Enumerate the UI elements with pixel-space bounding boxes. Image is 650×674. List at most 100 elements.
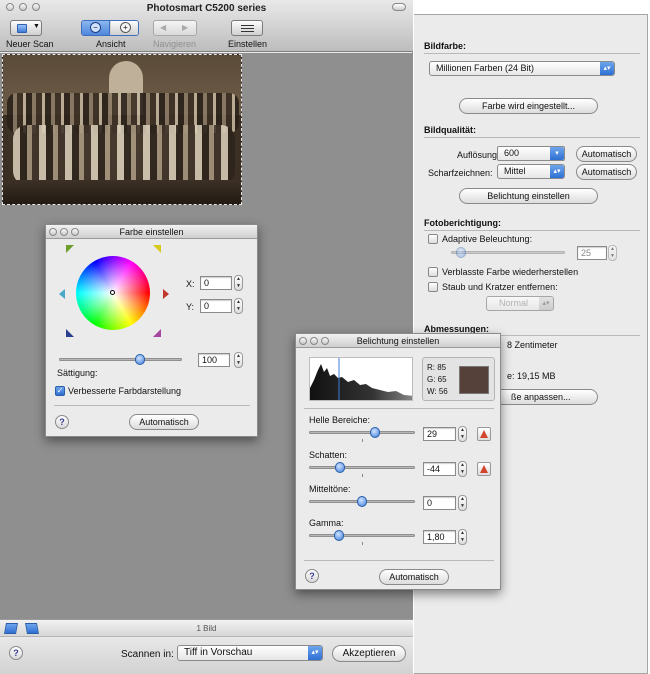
- red-value: R: 85: [427, 363, 447, 372]
- minimize-panel-button[interactable]: [310, 337, 318, 345]
- new-scan-button[interactable]: ▼: [10, 20, 42, 36]
- status-bar: 1 Bild: [0, 619, 413, 637]
- sharpen-label: Scharfzeichnen:: [428, 168, 493, 178]
- arrow-top-right-icon[interactable]: [153, 245, 161, 253]
- highlights-value: 29: [427, 429, 438, 439]
- arrow-top-left-icon[interactable]: [66, 245, 74, 253]
- adaptive-light-checkbox[interactable]: [428, 234, 438, 244]
- fit-size-button[interactable]: ße anpassen...: [494, 389, 598, 405]
- help-button[interactable]: ?: [9, 646, 23, 660]
- zoom-panel-button[interactable]: [321, 337, 329, 345]
- highlights-slider[interactable]: [309, 431, 415, 434]
- shadows-slider-thumb[interactable]: [334, 462, 345, 473]
- zoom-in-view-button[interactable]: +: [111, 21, 138, 35]
- gamma-slider[interactable]: [309, 534, 415, 537]
- x-label: X:: [186, 279, 195, 289]
- arrow-left-icon[interactable]: [59, 289, 65, 299]
- sharpen-dropdown[interactable]: Mittel ▴▾: [497, 164, 565, 179]
- y-field[interactable]: 0: [200, 299, 232, 313]
- saturation-label: Sättigung:: [57, 368, 98, 378]
- color-adjust-button[interactable]: Farbe wird eingestellt...: [459, 98, 598, 114]
- color-panel-divider: [54, 405, 250, 406]
- y-stepper[interactable]: ▲ ▼: [234, 298, 243, 314]
- highlights-stepper[interactable]: ▲ ▼: [458, 426, 467, 442]
- restore-faded-label: Verblasste Farbe wiederherstellen: [442, 267, 579, 277]
- highlights-warning-icon[interactable]: [477, 427, 491, 441]
- exposure-top-divider: [304, 408, 494, 409]
- arrow-bottom-right-icon[interactable]: [153, 329, 161, 337]
- shadows-field[interactable]: -44: [423, 462, 456, 476]
- exposure-auto-button[interactable]: Automatisch: [379, 569, 449, 585]
- midtones-slider-thumb[interactable]: [357, 496, 367, 507]
- dust-level-dropdown[interactable]: Normal ▴▾: [486, 296, 554, 311]
- exposure-panel-titlebar: Belichtung einstellen: [296, 334, 500, 348]
- midtones-stepper[interactable]: ▲ ▼: [458, 495, 467, 511]
- close-panel-button[interactable]: [49, 228, 57, 236]
- gamma-label: Gamma:: [309, 518, 344, 528]
- scanned-photo[interactable]: [2, 54, 242, 205]
- scan-in-label: Scannen in:: [121, 649, 174, 660]
- adaptive-light-field[interactable]: 25: [577, 246, 607, 260]
- arrow-right-icon[interactable]: ▶: [182, 23, 188, 32]
- view-segmented-control[interactable]: − +: [81, 20, 139, 36]
- sliders-icon: [241, 25, 254, 26]
- scan-icon: [17, 24, 27, 33]
- shadows-warning-icon[interactable]: [477, 462, 491, 476]
- midtones-field[interactable]: 0: [423, 496, 456, 510]
- color-wheel[interactable]: [76, 256, 150, 330]
- adaptive-light-label: Adaptive Beleuchtung:: [442, 234, 533, 244]
- adaptive-light-slider-thumb[interactable]: [456, 247, 466, 258]
- highlights-slider-thumb[interactable]: [369, 427, 380, 438]
- x-stepper[interactable]: ▲ ▼: [234, 275, 243, 291]
- gamma-stepper[interactable]: ▲ ▼: [458, 529, 467, 545]
- color-mode-dropdown[interactable]: Millionen Farben (24 Bit) ▴▾: [429, 61, 615, 76]
- scan-in-dropdown[interactable]: Tiff in Vorschau ▴▾: [177, 645, 323, 661]
- dust-scratch-checkbox[interactable]: [428, 282, 438, 292]
- resolution-auto-button[interactable]: Automatisch: [576, 146, 637, 162]
- dimensions-unit: 8 Zentimeter: [507, 340, 558, 350]
- shadows-stepper[interactable]: ▲ ▼: [458, 461, 467, 477]
- y-value: 0: [204, 301, 210, 311]
- color-sample-box: R: 85 G: 65 W: 56: [422, 357, 495, 401]
- navigate-segmented-control[interactable]: ◀ ▶: [153, 20, 197, 36]
- exposure-help-button[interactable]: ?: [305, 569, 319, 583]
- gamma-field[interactable]: 1,80: [423, 530, 456, 544]
- photo-fix-divider: [424, 230, 640, 231]
- shadows-label: Schatten:: [309, 450, 348, 460]
- exposure-adjust-button[interactable]: Belichtung einstellen: [459, 188, 598, 204]
- x-field[interactable]: 0: [200, 276, 232, 290]
- minimize-panel-button[interactable]: [60, 228, 68, 236]
- adaptive-light-slider[interactable]: [451, 251, 565, 254]
- resolution-combobox[interactable]: 600 ▾: [497, 146, 565, 161]
- restore-faded-checkbox[interactable]: [428, 267, 438, 277]
- settings-label: Einstellen: [228, 39, 268, 49]
- enhanced-color-checkbox[interactable]: ✓: [55, 386, 65, 396]
- arrow-bottom-left-icon[interactable]: [66, 329, 74, 337]
- toolbar-toggle-button[interactable]: [392, 3, 406, 11]
- white-value: W: 56: [427, 387, 448, 396]
- color-help-button[interactable]: ?: [55, 415, 69, 429]
- saturation-slider-thumb[interactable]: [135, 354, 146, 365]
- shadows-slider[interactable]: [309, 466, 415, 469]
- arrow-left-icon[interactable]: ◀: [160, 23, 166, 32]
- settings-button[interactable]: [231, 20, 263, 36]
- new-scan-label: Neuer Scan: [6, 39, 54, 49]
- saturation-field[interactable]: 100: [198, 353, 230, 367]
- chevron-updown-icon: ▴▾: [308, 646, 322, 660]
- close-panel-button[interactable]: [299, 337, 307, 345]
- view-label: Ansicht: [96, 39, 126, 49]
- gamma-slider-thumb[interactable]: [333, 530, 344, 541]
- accept-button[interactable]: Akzeptieren: [332, 645, 406, 662]
- arrow-right-icon[interactable]: [163, 289, 169, 299]
- color-auto-button[interactable]: Automatisch: [129, 414, 199, 430]
- saturation-stepper[interactable]: ▲ ▼: [234, 352, 243, 368]
- exposure-panel-title: Belichtung einstellen: [356, 336, 440, 346]
- saturation-slider[interactable]: [59, 358, 182, 361]
- zoom-out-view-button[interactable]: −: [82, 21, 110, 35]
- zoom-panel-button[interactable]: [71, 228, 79, 236]
- photo-people-front: [13, 125, 235, 185]
- sharpen-auto-button[interactable]: Automatisch: [576, 164, 637, 180]
- color-wheel-marker[interactable]: [110, 290, 115, 295]
- highlights-field[interactable]: 29: [423, 427, 456, 441]
- adaptive-light-stepper[interactable]: ▲ ▼: [608, 245, 617, 261]
